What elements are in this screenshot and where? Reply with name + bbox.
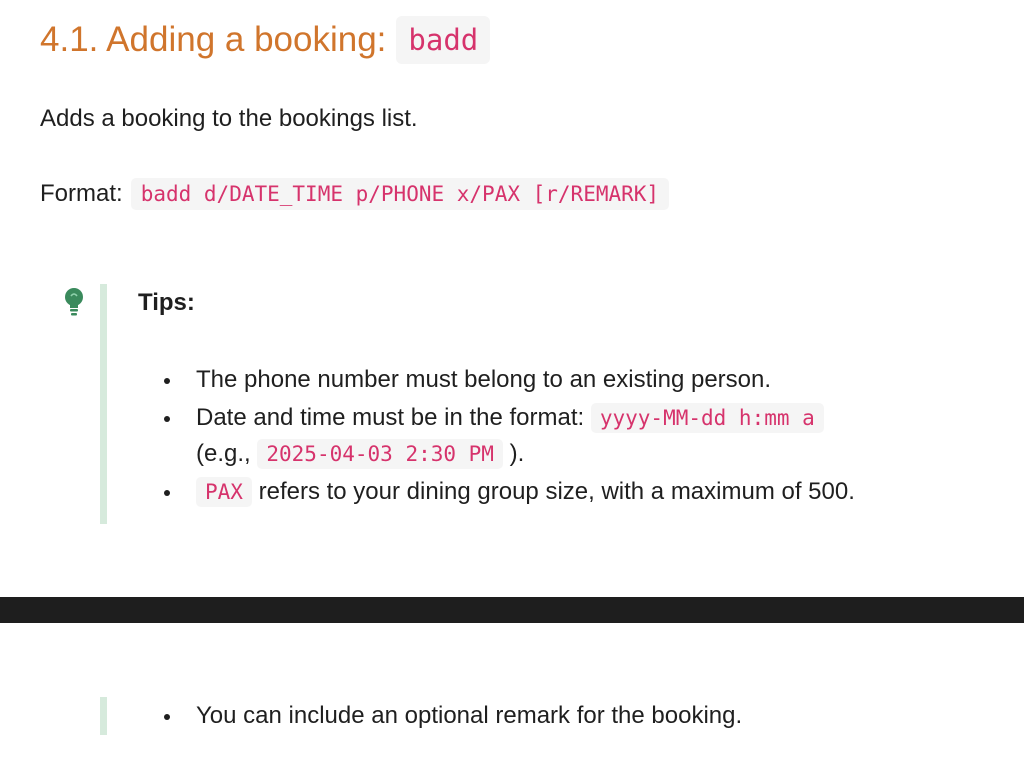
tip-text: You can include an optional remark for t… — [196, 702, 743, 729]
format-label: Format: — [40, 180, 123, 207]
list-item: PAX refers to your dining group size, wi… — [160, 474, 1020, 510]
section-heading-text: 4.1. Adding a booking: — [40, 20, 387, 59]
tips-title: Tips: — [138, 289, 195, 316]
lightbulb-icon — [65, 288, 83, 316]
tips-list-continued: You can include an optional remark for t… — [160, 698, 1020, 736]
section-heading: 4.1. Adding a booking: badd — [40, 16, 491, 64]
datetime-example-code: 2025-04-03 2:30 PM — [257, 439, 503, 469]
format-line: Format: badd d/DATE_TIME p/PHONE x/PAX [… — [40, 176, 670, 212]
tip-line: Date and time must be in the format: yyy… — [196, 400, 1020, 436]
tip-text: Date and time must be in the format: — [196, 404, 585, 431]
list-item: The phone number must belong to an exist… — [160, 362, 1020, 398]
tip-text: ). — [509, 440, 525, 467]
page-break-divider — [0, 597, 1024, 623]
tip-text: The phone number must belong to an exist… — [196, 366, 772, 393]
command-code: badd — [396, 16, 491, 64]
list-item: You can include an optional remark for t… — [160, 698, 1020, 734]
document-page: 4.1. Adding a booking: badd Adds a booki… — [0, 0, 1024, 779]
tip-text: (e.g., — [196, 440, 251, 467]
list-item: Date and time must be in the format: yyy… — [160, 400, 1020, 472]
format-syntax-code: badd d/DATE_TIME p/PHONE x/PAX [r/REMARK… — [130, 178, 670, 210]
tip-text: refers to your dining group size, with a… — [258, 478, 855, 505]
tip-line: (e.g., 2025-04-03 2:30 PM ). — [196, 436, 1020, 472]
tip-callout-bar — [100, 697, 107, 735]
tip-callout-bar — [100, 284, 107, 524]
section-description: Adds a booking to the bookings list. — [40, 105, 418, 132]
tips-list: The phone number must belong to an exist… — [160, 362, 1020, 512]
datetime-format-code: yyyy-MM-dd h:mm a — [590, 403, 824, 433]
pax-code: PAX — [196, 477, 252, 507]
